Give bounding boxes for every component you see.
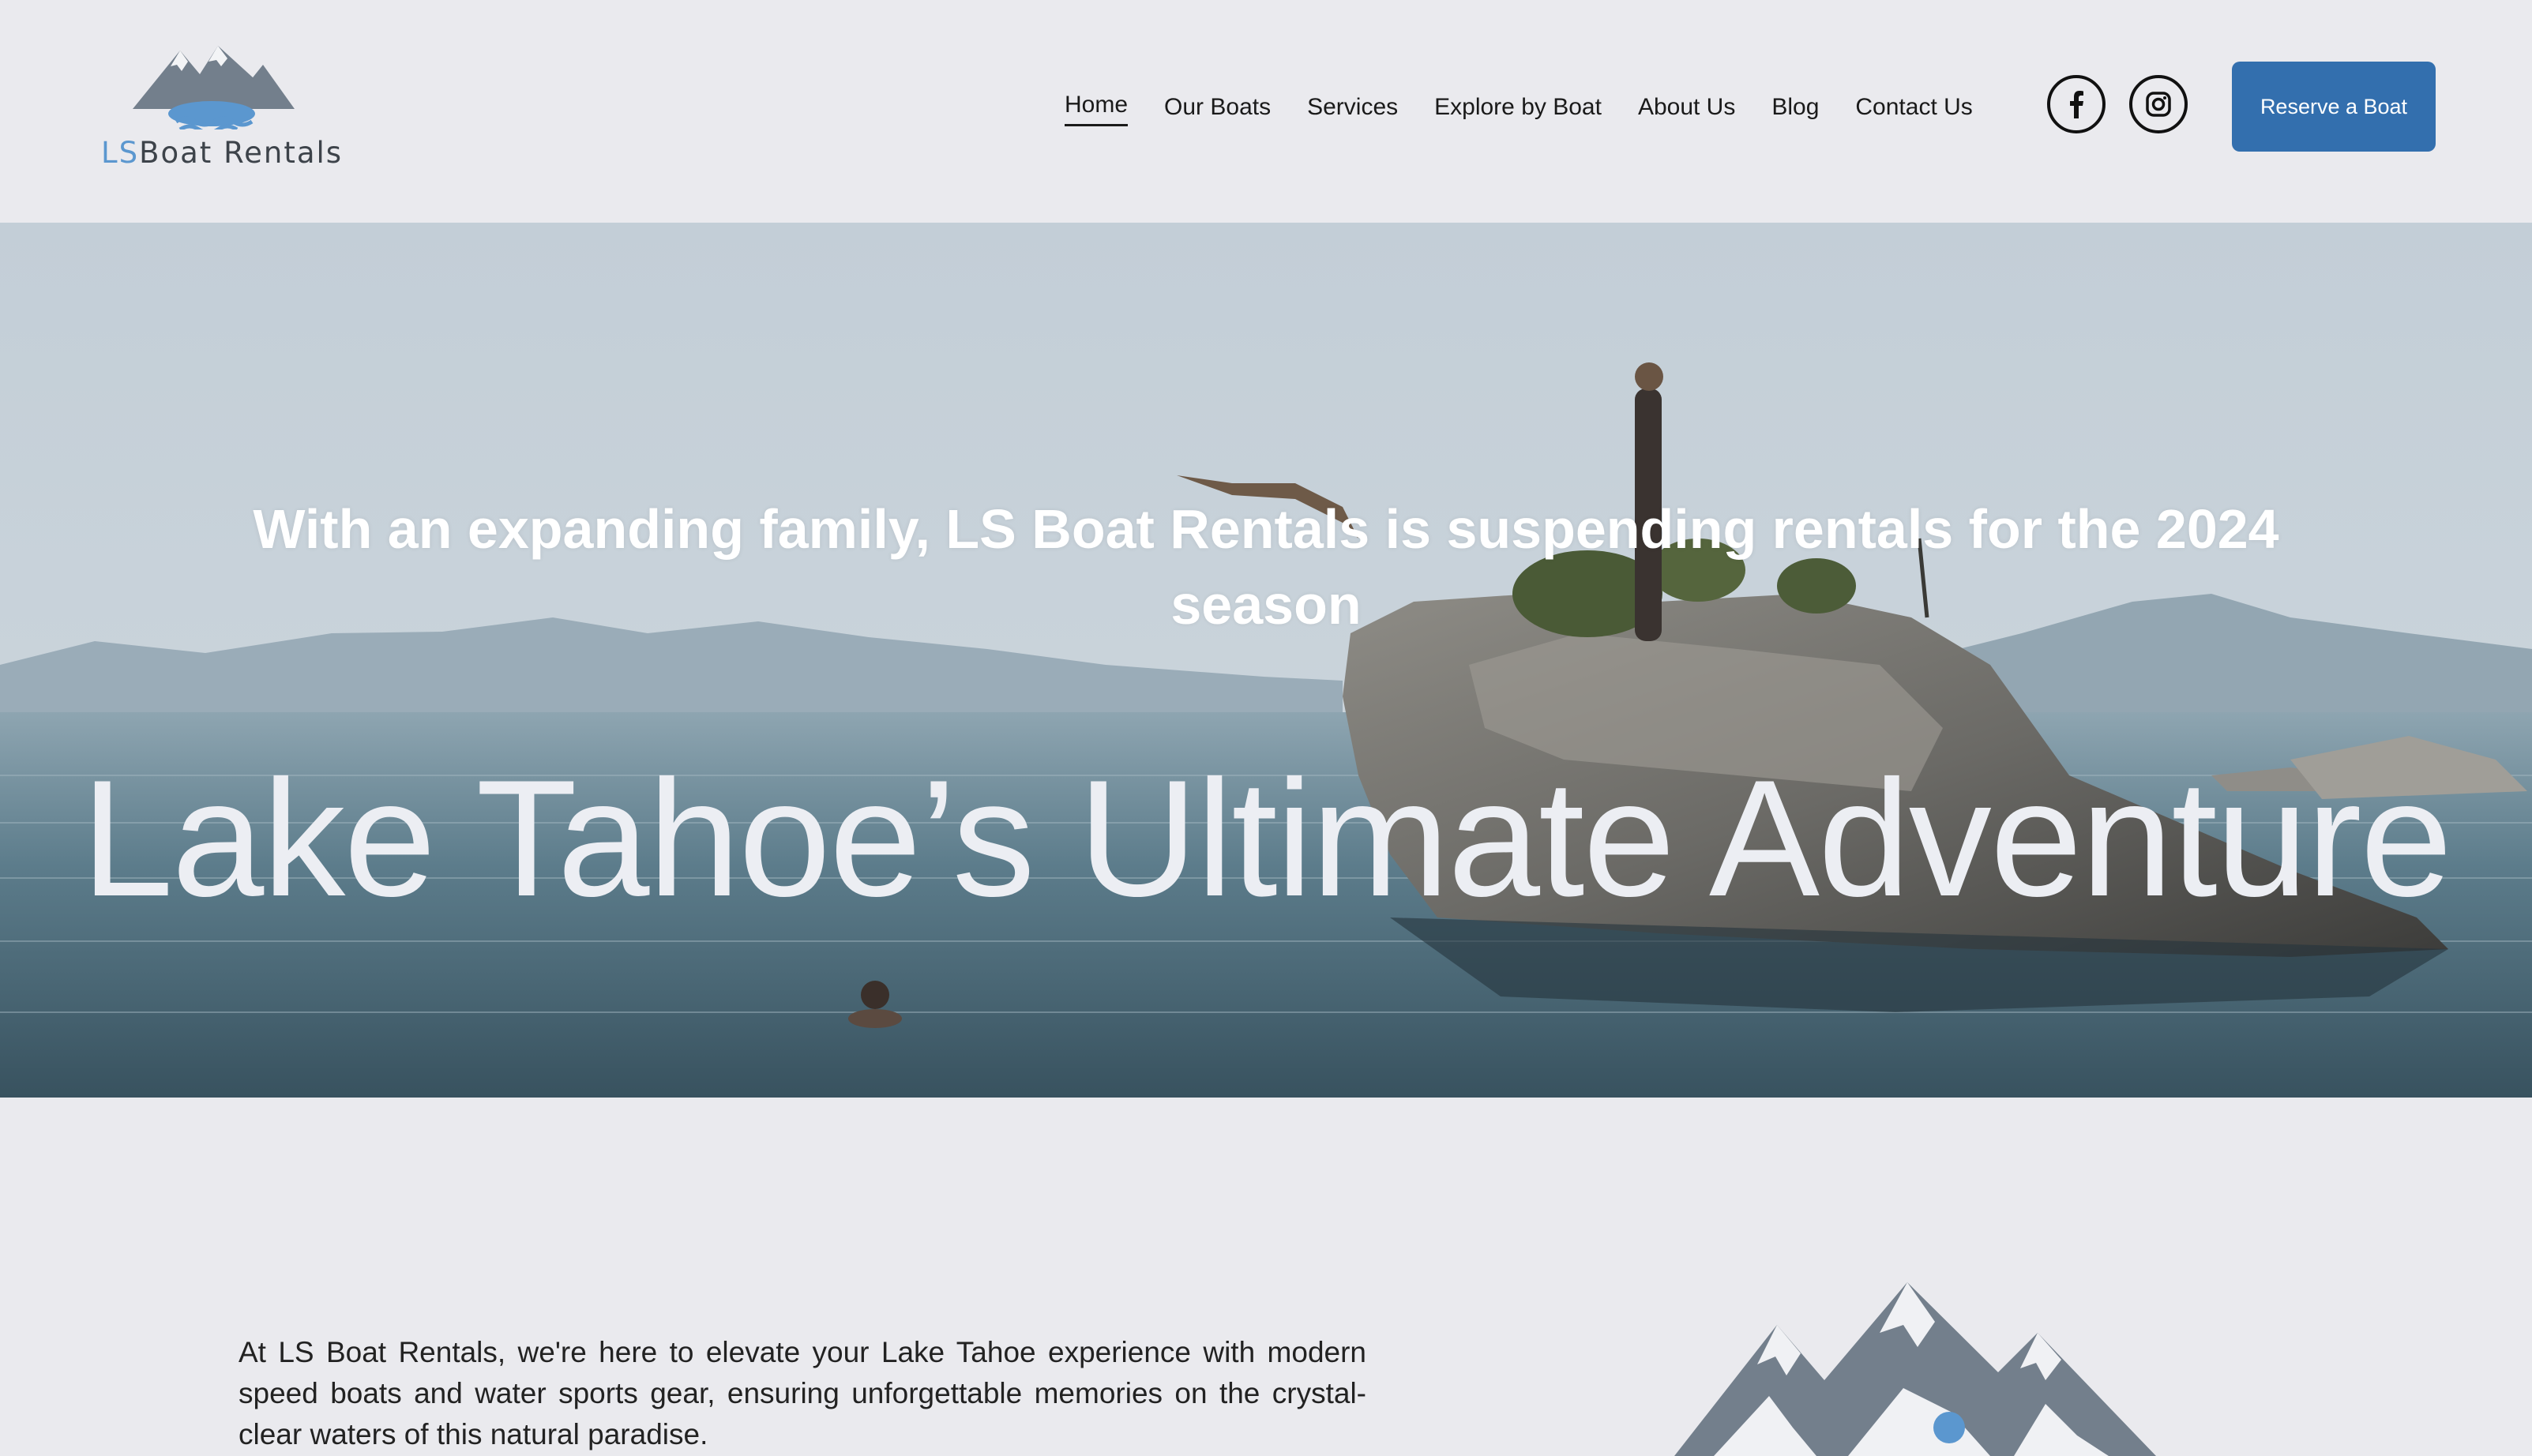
hero-banner: With an expanding family, LS Boat Rental… <box>0 223 2532 1098</box>
hero-announcement: With an expanding family, LS Boat Rental… <box>253 498 2279 636</box>
instagram-link[interactable] <box>2129 75 2188 133</box>
brand-logo[interactable]: LSBoat Rentals <box>101 43 341 177</box>
facebook-icon <box>2070 91 2083 118</box>
intro-paragraph: At LS Boat Rentals, we're here to elevat… <box>239 1336 1366 1450</box>
mountain-illustration-icon <box>1674 1282 2156 1456</box>
hero-lake-image <box>0 223 2532 1098</box>
nav-explore-by-boat[interactable]: Explore by Boat <box>1434 88 1602 126</box>
site-header: LSBoat Rentals Home Our Boats Services E… <box>0 0 2532 223</box>
nav-our-boats[interactable]: Our Boats <box>1164 88 1271 126</box>
logo-wordmark: LSBoat Rentals <box>101 136 343 170</box>
logo-text: Boat Rentals <box>139 136 344 170</box>
logo-initials: LS <box>101 136 140 170</box>
nav-services[interactable]: Services <box>1307 88 1398 126</box>
main-nav: Home Our Boats Services Explore by Boat … <box>1065 88 2009 126</box>
reserve-boat-button[interactable]: Reserve a Boat <box>2232 62 2436 152</box>
nav-about-us[interactable]: About Us <box>1638 88 1735 126</box>
mountain-logo-icon <box>133 46 295 129</box>
facebook-link[interactable] <box>2047 75 2106 133</box>
nav-blog[interactable]: Blog <box>1771 88 1819 126</box>
hero-headline: Lake Tahoe’s Ultimate Adventure <box>81 745 2453 931</box>
instagram-icon <box>2146 92 2171 117</box>
nav-contact-us[interactable]: Contact Us <box>1855 88 1972 126</box>
nav-home[interactable]: Home <box>1065 88 1129 126</box>
